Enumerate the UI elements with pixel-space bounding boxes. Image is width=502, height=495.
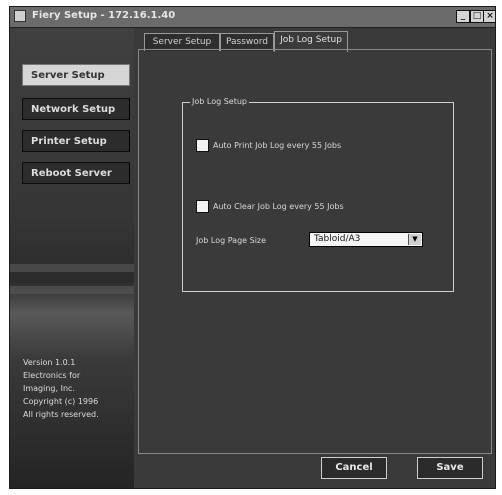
- chevron-down-icon[interactable]: ▼: [408, 234, 421, 245]
- groupbox-title: Job Log Setup: [190, 97, 249, 106]
- auto-clear-label: Auto Clear Job Log every 55 Jobs: [213, 202, 344, 211]
- sidebar-item-reboot-server[interactable]: Reboot Server: [22, 162, 130, 184]
- minimize-icon[interactable]: _: [456, 10, 470, 23]
- page-size-label: Job Log Page Size: [196, 236, 267, 245]
- auto-print-checkbox[interactable]: [196, 139, 209, 152]
- version-info: Version 1.0.1 Electronics for Imaging, I…: [23, 356, 131, 421]
- close-icon[interactable]: ×: [483, 10, 495, 23]
- setup-window: Fiery Setup - 172.16.1.40 _ □ × Server S…: [9, 6, 496, 489]
- page-size-select[interactable]: Tabloid/A3 ▼: [309, 232, 423, 247]
- version-line: All rights reserved.: [23, 410, 99, 419]
- auto-print-label: Auto Print Job Log every 55 Jobs: [213, 141, 342, 150]
- app-icon: [14, 10, 26, 22]
- window-title: Fiery Setup - 172.16.1.40: [32, 10, 176, 21]
- sidebar-item-server-setup[interactable]: Server Setup: [22, 64, 130, 86]
- sidebar: Server Setup Network Setup Printer Setup…: [10, 28, 134, 488]
- cancel-button[interactable]: Cancel: [321, 457, 387, 479]
- maximize-icon[interactable]: □: [470, 10, 484, 23]
- sidebar-item-network-setup[interactable]: Network Setup: [22, 98, 130, 120]
- version-line: Electronics for: [23, 371, 81, 380]
- version-line: Version 1.0.1: [23, 358, 76, 367]
- version-line: Copyright (c) 1996: [23, 397, 99, 406]
- save-button[interactable]: Save: [417, 457, 483, 479]
- sidebar-item-printer-setup[interactable]: Printer Setup: [22, 130, 130, 152]
- page-size-value: Tabloid/A3: [314, 234, 361, 244]
- version-line: Imaging, Inc.: [23, 384, 75, 393]
- auto-clear-checkbox[interactable]: [196, 200, 209, 213]
- title-bar[interactable]: Fiery Setup - 172.16.1.40 _ □ ×: [10, 7, 495, 28]
- tab-content-panel: Job Log Setup Auto Print Job Log every 5…: [138, 49, 492, 454]
- job-log-groupbox: Job Log Setup Auto Print Job Log every 5…: [182, 97, 454, 292]
